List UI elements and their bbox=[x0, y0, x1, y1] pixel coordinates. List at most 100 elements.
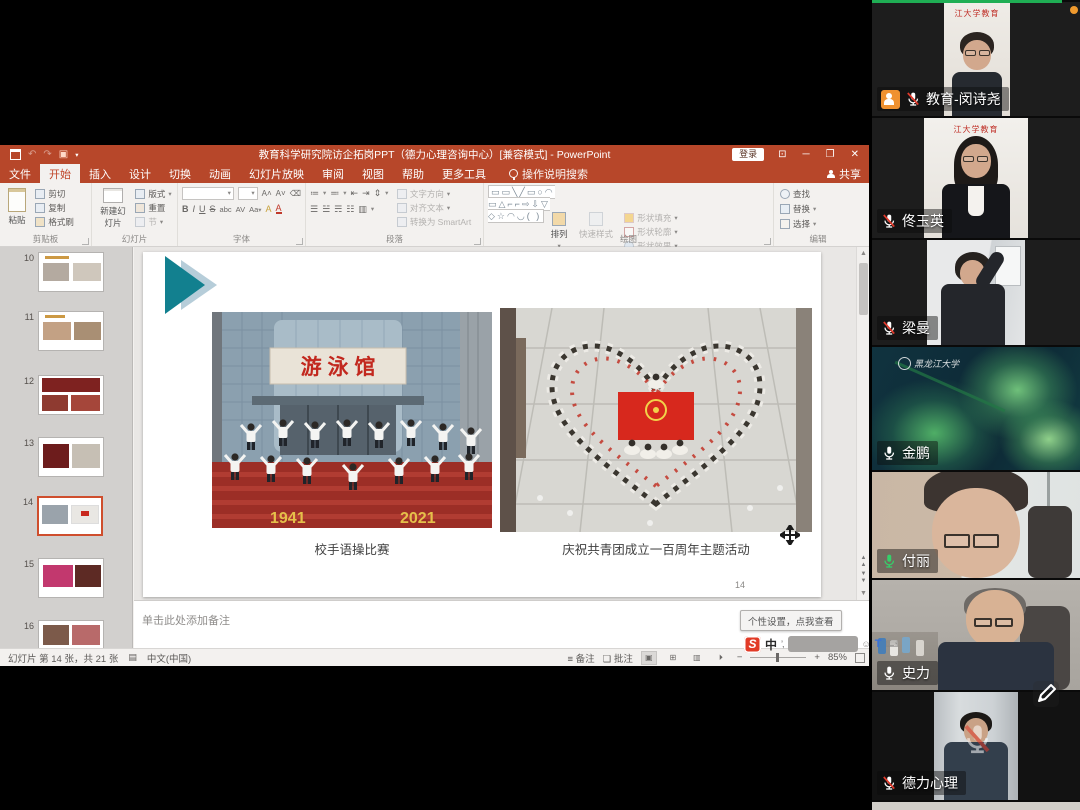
ime-punctuation-icon[interactable]: ’, bbox=[781, 639, 784, 649]
section-button[interactable]: 节▾ bbox=[135, 216, 171, 228]
format-painter-button[interactable]: 格式刷 bbox=[35, 216, 74, 228]
shapes-gallery[interactable]: ▭▭╲╱▭○◠▭△⌐⌐⇨⇩▽◇☆◠◡( ) bbox=[488, 185, 555, 223]
tab-help[interactable]: 帮助 bbox=[393, 164, 433, 183]
participant-tile[interactable]: 梁曼 bbox=[872, 240, 1080, 345]
line-spacing-icon[interactable]: ⇕ bbox=[374, 188, 382, 199]
photo-sign-language-contest[interactable]: 游 泳 馆 1941 2021 bbox=[212, 312, 492, 528]
thumbnail-slide-10[interactable]: 10 bbox=[38, 252, 104, 292]
mic-on-icon[interactable] bbox=[881, 665, 897, 681]
language-indicator[interactable]: 中文(中国) bbox=[147, 651, 191, 665]
mic-muted-icon[interactable] bbox=[881, 775, 897, 791]
mic-muted-icon[interactable] bbox=[881, 213, 897, 229]
numbering-icon[interactable]: ≕ bbox=[330, 188, 339, 199]
mic-muted-icon[interactable] bbox=[905, 91, 921, 107]
replace-button[interactable]: 替换▾ bbox=[780, 203, 816, 215]
align-text-button[interactable]: 对齐文本▾ bbox=[397, 202, 471, 214]
clear-format-icon[interactable]: ⌫ bbox=[290, 189, 301, 198]
change-case-icon[interactable]: Aa▾ bbox=[249, 205, 261, 214]
login-button[interactable]: 登录 bbox=[732, 148, 764, 161]
participant-tile[interactable]: 江大学教育 教育-闵诗尧 bbox=[872, 2, 1080, 116]
thumbnail-slide-15[interactable]: 15 bbox=[38, 558, 104, 598]
tab-review[interactable]: 审阅 bbox=[313, 164, 353, 183]
save-icon[interactable] bbox=[10, 149, 21, 160]
tab-transitions[interactable]: 切换 bbox=[160, 164, 200, 183]
ime-toolbar[interactable]: S 中 ’, ☺ T ⌨ bbox=[744, 633, 898, 655]
thumbnail-slide-16[interactable]: 16 bbox=[38, 620, 104, 648]
scrollbar-thumb[interactable] bbox=[859, 263, 868, 315]
zoom-slider[interactable] bbox=[750, 657, 806, 658]
reading-view-button[interactable]: ▥ bbox=[689, 651, 705, 665]
italic-icon[interactable]: I bbox=[193, 204, 196, 214]
scroll-up-icon[interactable]: ▲ bbox=[857, 247, 870, 260]
clipboard-dialog-launcher[interactable] bbox=[82, 238, 89, 245]
paragraph-dialog-launcher[interactable] bbox=[474, 238, 481, 245]
drawing-dialog-launcher[interactable] bbox=[764, 238, 771, 245]
convert-smartart-button[interactable]: 转换为 SmartArt bbox=[397, 216, 471, 228]
font-name-combobox[interactable]: ▾ bbox=[182, 187, 234, 200]
participant-tile-partial[interactable] bbox=[872, 802, 1080, 810]
text-shadow-icon[interactable]: abc bbox=[220, 205, 232, 214]
scroll-down-icon[interactable]: ▼ bbox=[857, 587, 870, 600]
mic-muted-icon[interactable] bbox=[881, 320, 897, 336]
qat-customize-icon[interactable]: ▾ bbox=[75, 151, 78, 159]
tab-file[interactable]: 文件 bbox=[0, 164, 40, 183]
tab-design[interactable]: 设计 bbox=[120, 164, 160, 183]
layout-button[interactable]: 版式▾ bbox=[135, 188, 171, 200]
columns-icon[interactable]: ▥ bbox=[358, 204, 367, 215]
participant-tile[interactable]: 黑龙江大学 金鹏 bbox=[872, 347, 1080, 470]
ime-emoji-icon[interactable]: ☺ bbox=[862, 639, 871, 649]
tab-insert[interactable]: 插入 bbox=[80, 164, 120, 183]
font-size-combobox[interactable]: ▾ bbox=[238, 187, 258, 200]
bullets-icon[interactable]: ≔ bbox=[310, 188, 319, 199]
normal-view-button[interactable]: ▣ bbox=[641, 651, 657, 665]
vertical-scrollbar[interactable]: ▲ ▲▲ ▼▼ ▼ bbox=[856, 247, 869, 600]
text-direction-button[interactable]: 文字方向▾ bbox=[397, 188, 471, 200]
tab-view[interactable]: 视图 bbox=[353, 164, 393, 183]
slideshow-view-button[interactable]: ⏵ bbox=[713, 651, 729, 665]
select-button[interactable]: 选择▾ bbox=[780, 218, 816, 230]
justify-icon[interactable]: ☷ bbox=[346, 204, 354, 215]
font-color-icon[interactable]: A bbox=[276, 204, 282, 214]
thumbnail-slide-11[interactable]: 11 bbox=[38, 311, 104, 351]
redo-icon[interactable]: ↷ bbox=[43, 149, 51, 160]
participant-tile-speaking[interactable]: 付丽 bbox=[872, 472, 1080, 578]
bold-icon[interactable]: B bbox=[182, 204, 189, 214]
photo-youth-league-heart[interactable] bbox=[500, 308, 812, 532]
sogou-input-icon[interactable]: S bbox=[744, 636, 761, 653]
previous-slide-button[interactable]: ▲▲ bbox=[857, 555, 870, 570]
current-slide[interactable]: 游 泳 馆 1941 2021 bbox=[143, 252, 821, 597]
tab-slideshow[interactable]: 幻灯片放映 bbox=[240, 164, 313, 183]
thumbnail-slide-14-selected[interactable]: 14 bbox=[37, 496, 103, 536]
share-button[interactable]: 共享 bbox=[827, 164, 861, 183]
new-slide-button[interactable]: 新建幻灯片 bbox=[96, 186, 130, 231]
paste-button[interactable]: 粘贴 bbox=[4, 186, 30, 228]
ime-keyboard-icon[interactable]: ⌨ bbox=[885, 639, 898, 650]
reset-button[interactable]: 重置 bbox=[135, 202, 171, 214]
minimize-icon[interactable]: ─ bbox=[803, 149, 810, 160]
zoom-out-icon[interactable]: − bbox=[737, 652, 743, 663]
decrease-indent-icon[interactable]: ⇤ bbox=[351, 188, 359, 199]
tab-more-tools[interactable]: 更多工具 bbox=[433, 164, 495, 183]
ime-skin-panel[interactable] bbox=[788, 636, 858, 652]
participant-tile[interactable]: 江大学教育 佟玉英 bbox=[872, 118, 1080, 238]
ime-tooltip[interactable]: 个性设置，点我查看 bbox=[740, 610, 842, 631]
participant-tile[interactable]: 史力 bbox=[872, 580, 1080, 690]
arrange-button[interactable]: 排列 ▾ bbox=[547, 210, 572, 252]
mic-speaking-icon[interactable] bbox=[881, 553, 897, 569]
undo-icon[interactable]: ↶ bbox=[28, 149, 36, 160]
font-dialog-launcher[interactable] bbox=[296, 238, 303, 245]
find-button[interactable]: 查找 bbox=[780, 188, 816, 200]
grow-font-icon[interactable]: A˄ bbox=[262, 189, 272, 198]
strikethrough-icon[interactable]: S bbox=[210, 204, 216, 214]
proofing-icon[interactable]: ▤ bbox=[128, 652, 137, 663]
increase-indent-icon[interactable]: ⇥ bbox=[362, 188, 370, 199]
tab-animations[interactable]: 动画 bbox=[200, 164, 240, 183]
ribbon-display-options-icon[interactable]: ⊡ bbox=[778, 149, 786, 160]
copy-button[interactable]: 复制 bbox=[35, 202, 74, 214]
notes-toggle[interactable]: ≡ 备注 bbox=[567, 651, 594, 665]
slideshow-from-start-icon[interactable]: ▣ bbox=[59, 149, 68, 160]
underline-icon[interactable]: U bbox=[199, 204, 206, 214]
next-slide-button[interactable]: ▼▼ bbox=[857, 571, 870, 586]
cut-button[interactable]: 剪切 bbox=[35, 188, 74, 200]
restore-icon[interactable]: ❐ bbox=[826, 149, 835, 160]
